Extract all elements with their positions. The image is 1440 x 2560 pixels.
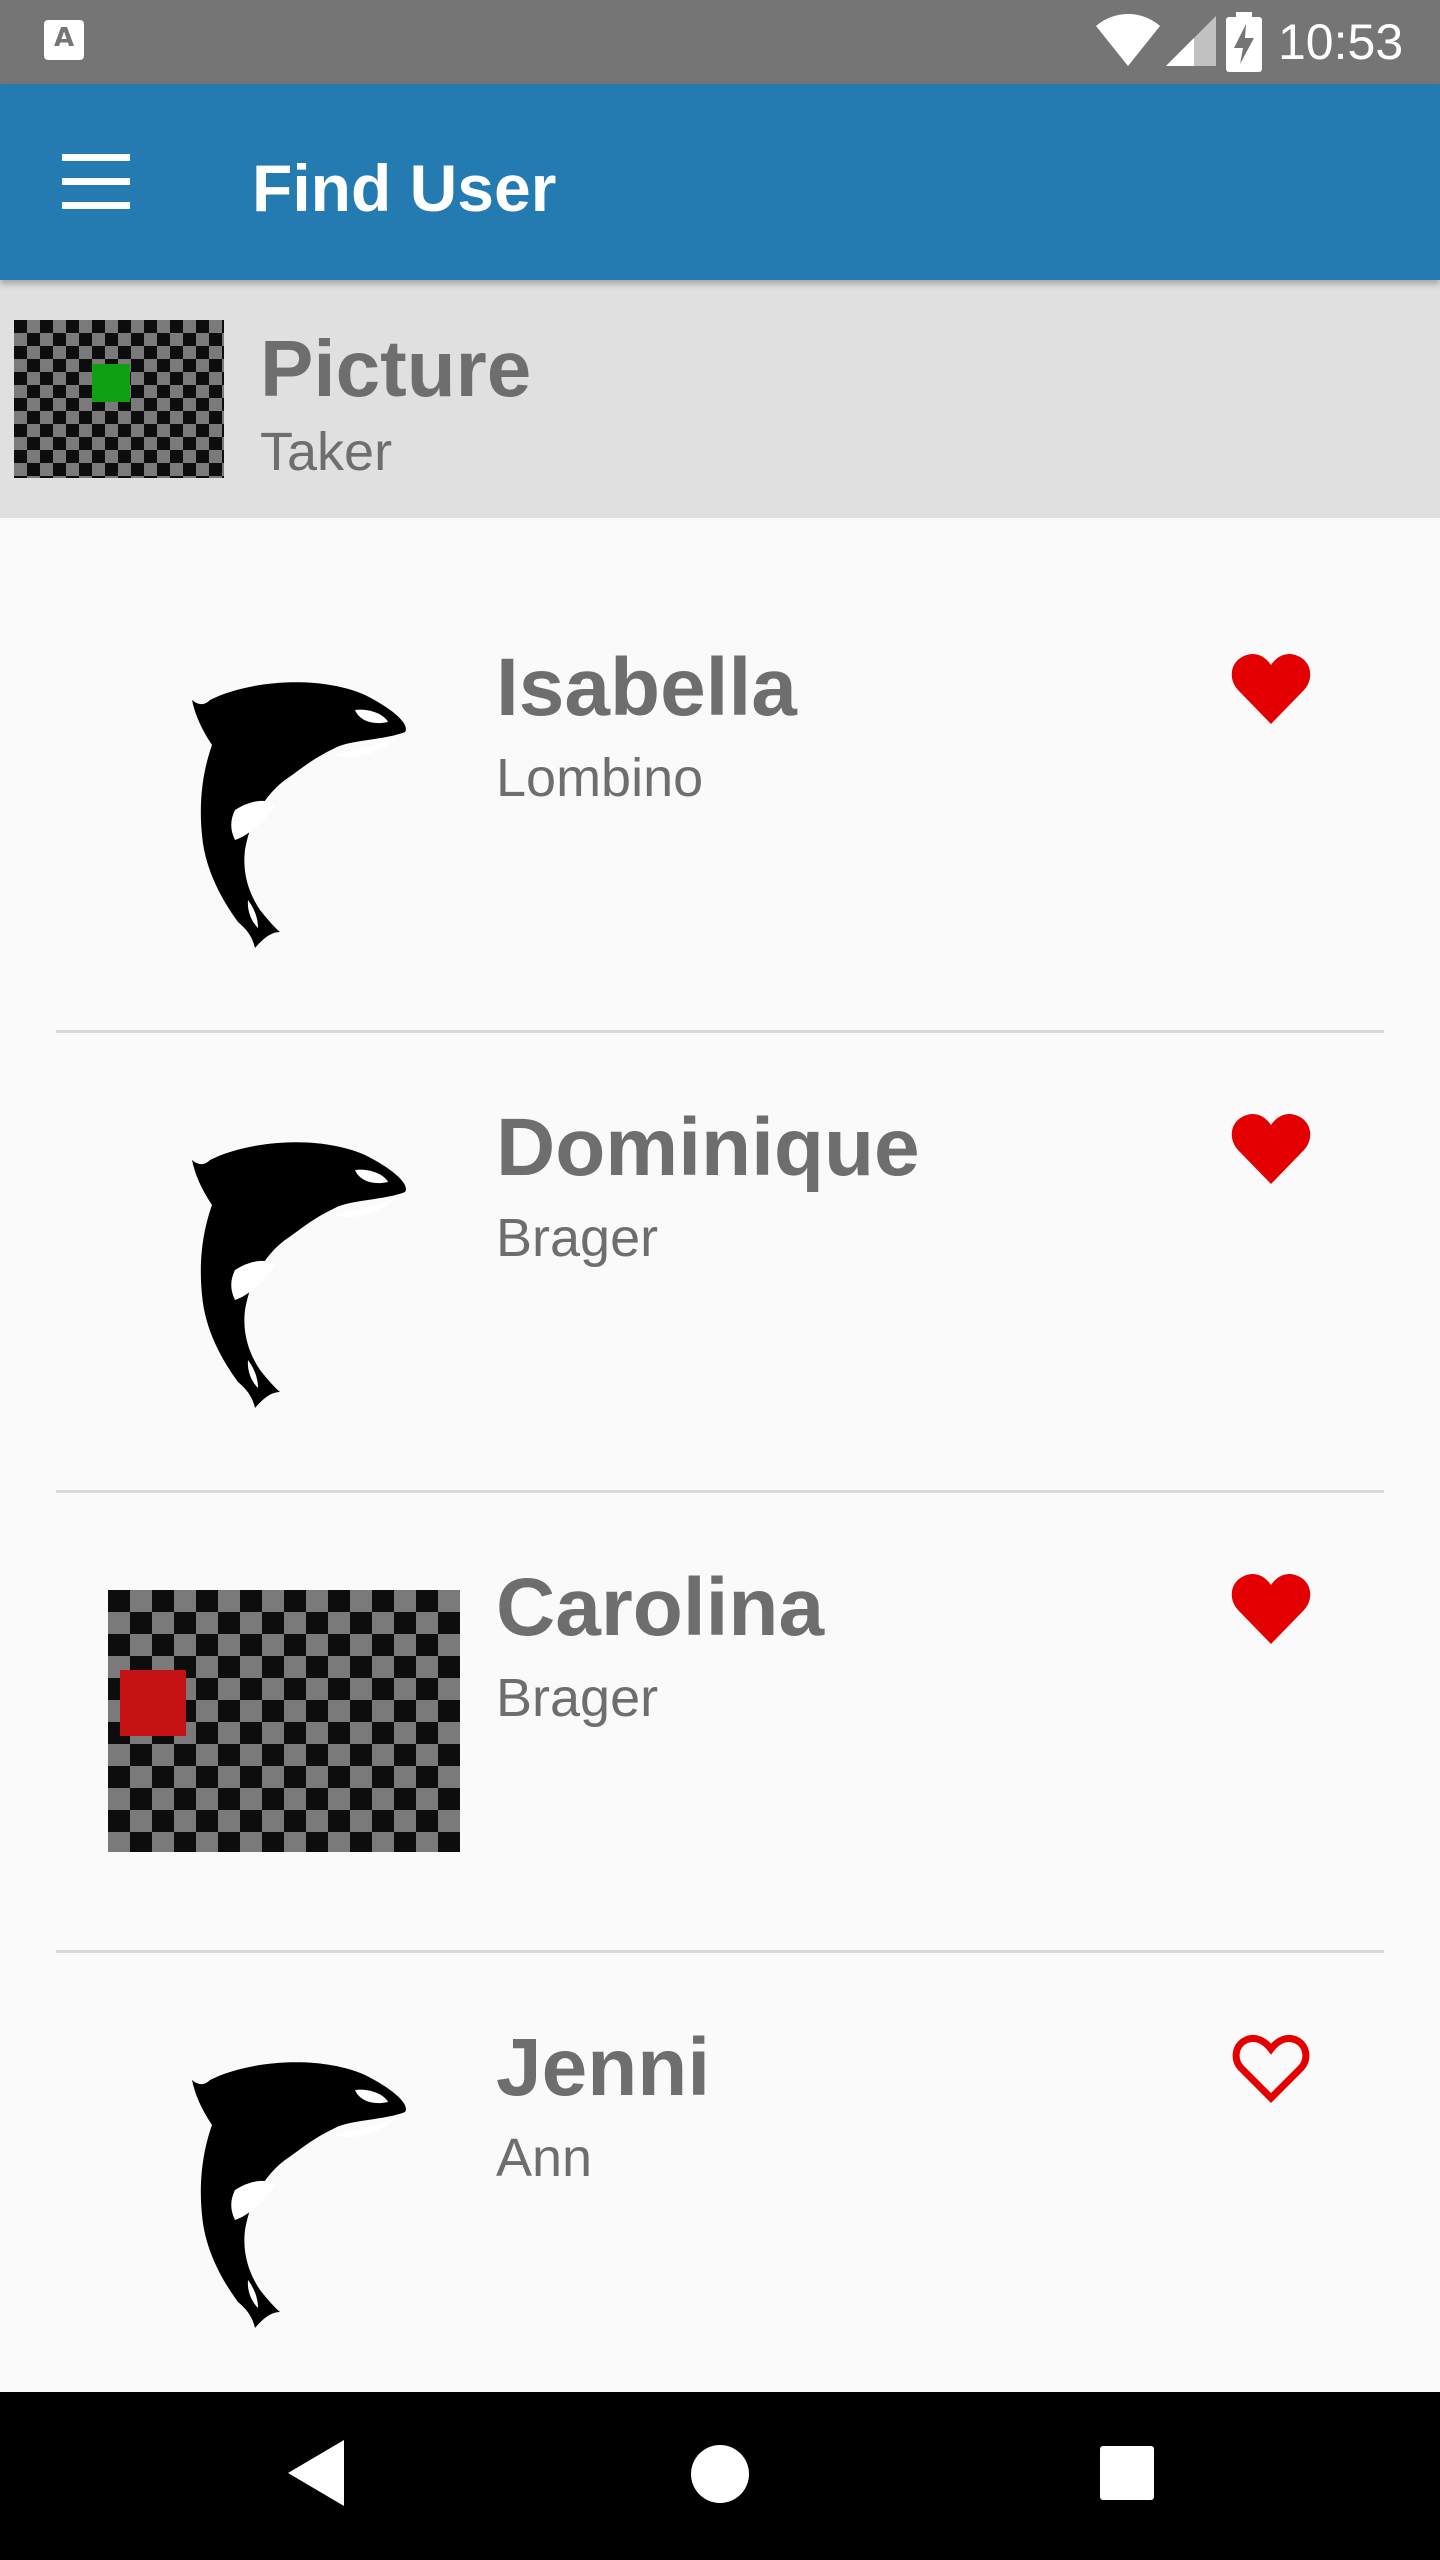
heart-filled-icon[interactable] xyxy=(1230,1572,1312,1646)
heart-filled-icon[interactable] xyxy=(1230,1112,1312,1186)
page-title: Find User xyxy=(252,151,557,225)
user-first-name: Dominique xyxy=(496,1102,920,1193)
user-last-name: Lombino xyxy=(496,748,704,808)
user-first-name: Isabella xyxy=(496,642,797,733)
back-icon[interactable] xyxy=(288,2440,344,2506)
current-user-thumbnail xyxy=(14,320,224,478)
current-user-header[interactable]: Picture Taker xyxy=(0,280,1440,518)
status-bar: A 10:53 xyxy=(0,0,1440,84)
user-last-name: Brager xyxy=(496,1208,659,1268)
wifi-icon xyxy=(1096,14,1160,66)
orca-avatar xyxy=(150,670,420,950)
orca-avatar xyxy=(150,2050,420,2330)
list-item[interactable]: Isabella Lombino xyxy=(0,518,1440,978)
hamburger-menu-icon[interactable] xyxy=(62,154,130,210)
notification-a-icon: A xyxy=(44,20,84,60)
user-first-name: Jenni xyxy=(496,2022,711,2113)
home-icon[interactable] xyxy=(690,2444,750,2504)
user-first-name: Carolina xyxy=(496,1562,825,1653)
heart-outline-icon[interactable] xyxy=(1230,2032,1312,2106)
list-item[interactable]: Dominique Brager xyxy=(0,978,1440,1438)
list-item[interactable]: Carolina Brager xyxy=(0,1438,1440,1898)
list-item[interactable]: Jenni Ann xyxy=(0,1898,1440,2358)
user-last-name: Brager xyxy=(496,1668,659,1728)
current-user-last-name: Taker xyxy=(260,422,393,482)
status-time: 10:53 xyxy=(1278,14,1404,70)
orca-avatar xyxy=(150,1130,420,1410)
status-icons: 10:53 xyxy=(920,0,1440,84)
heart-filled-icon[interactable] xyxy=(1230,652,1312,726)
signal-icon xyxy=(1166,16,1216,66)
user-list[interactable]: Isabella Lombino Dominique Brager Caroli… xyxy=(0,518,1440,2392)
user-last-name: Ann xyxy=(496,2128,593,2188)
recents-icon[interactable] xyxy=(1100,2446,1154,2500)
checkerboard-avatar xyxy=(108,1590,460,1852)
current-user-first-name: Picture xyxy=(260,324,532,413)
battery-charging-icon xyxy=(1226,12,1262,72)
app-bar: Find User xyxy=(0,84,1440,280)
navigation-bar xyxy=(0,2392,1440,2560)
